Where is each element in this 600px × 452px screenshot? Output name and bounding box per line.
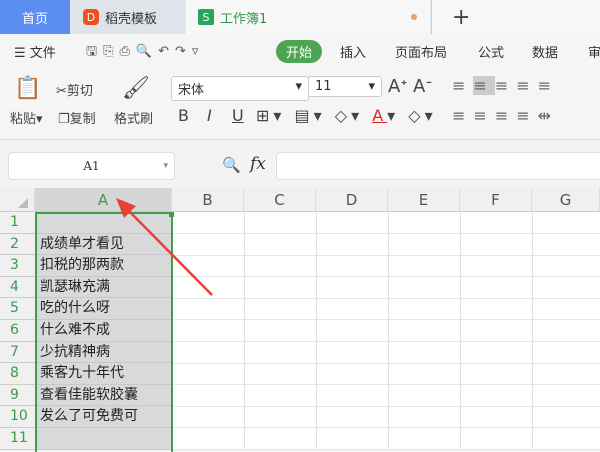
annotation-arrow bbox=[116, 198, 213, 296]
arrow-shaft bbox=[125, 207, 213, 296]
